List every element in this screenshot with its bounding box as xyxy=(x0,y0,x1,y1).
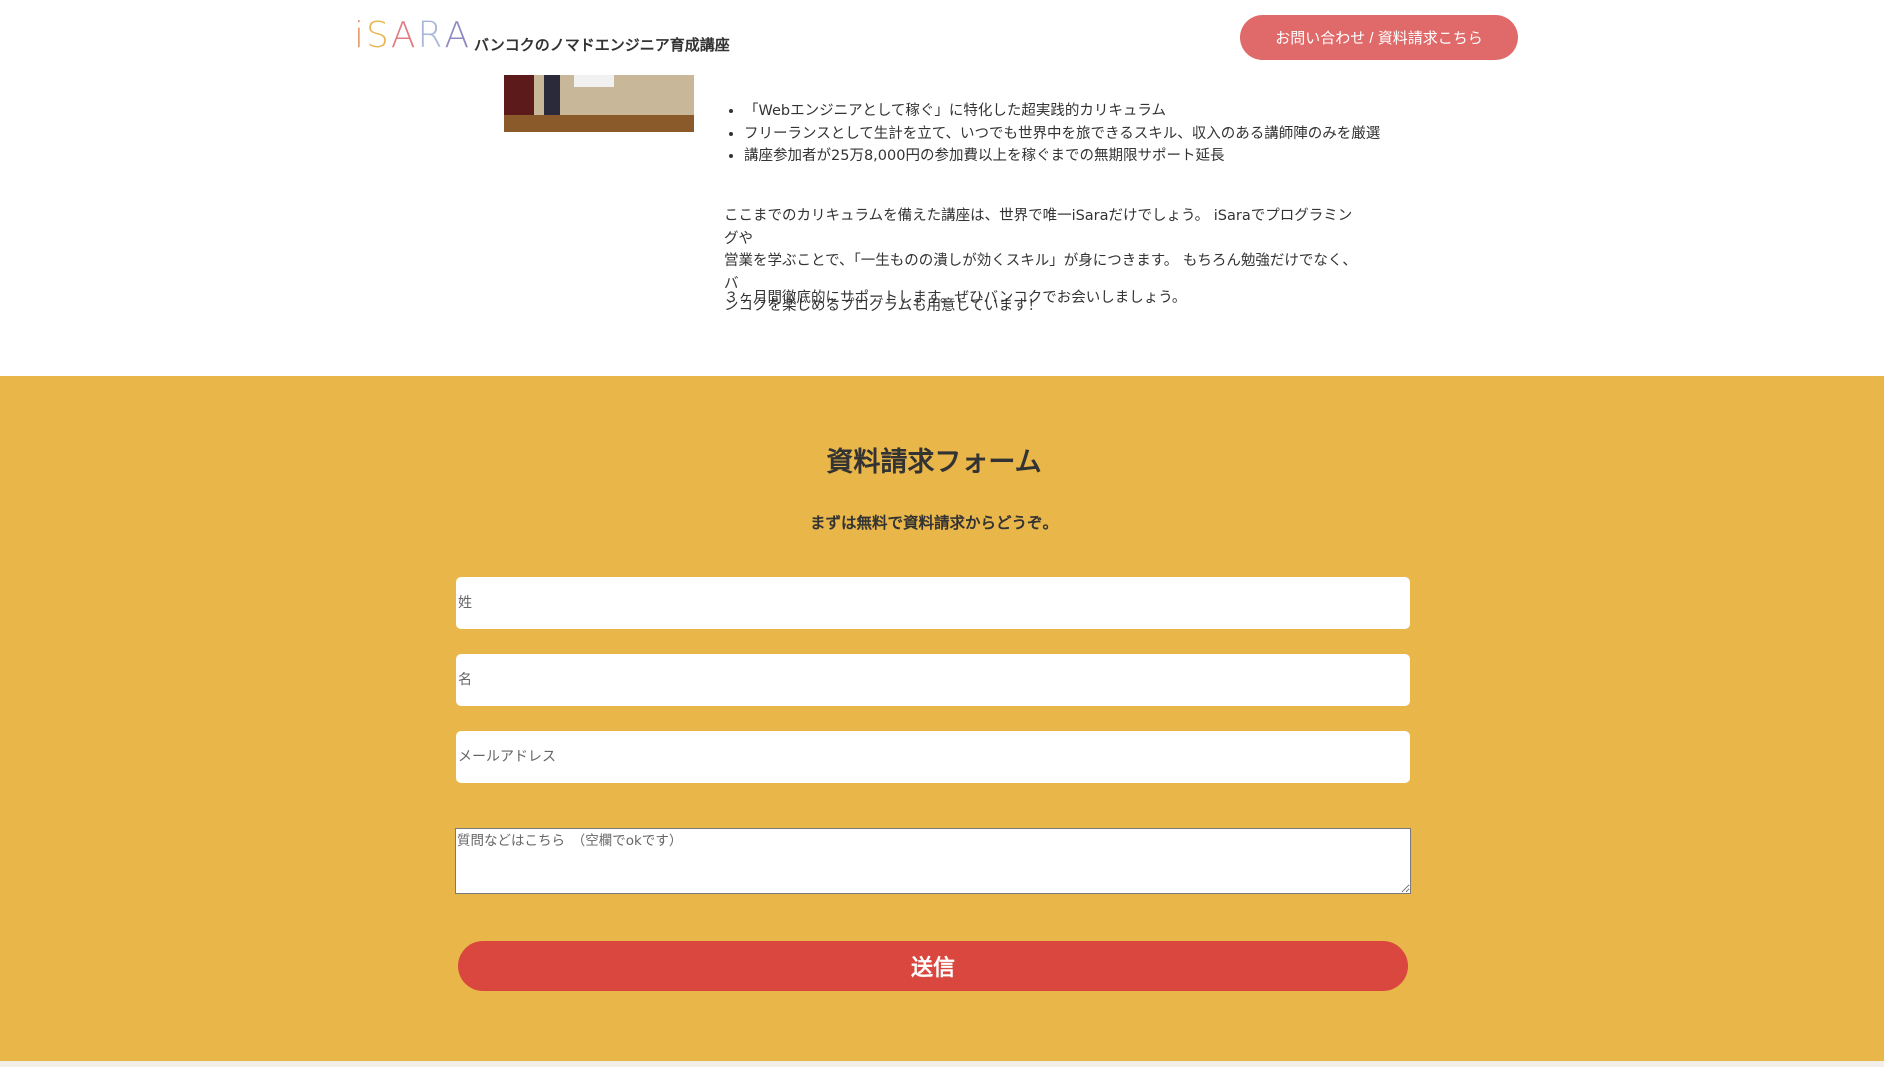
footer-divider xyxy=(0,1061,1884,1067)
submit-button[interactable]: 送信 xyxy=(458,941,1408,991)
seminar-photo xyxy=(504,75,694,132)
form-subtitle: まずは無料で資料請求からどうぞ。 xyxy=(809,514,1058,532)
list-item: 講座参加者が25万8,000円の参加費以上を稼ぐまでの無期限サポート延長 xyxy=(744,145,1380,168)
email-input[interactable] xyxy=(456,731,1410,783)
support-paragraph: ３ヶ月間徹底的にサポートします。ぜひバンコクでお会いしましょう。 xyxy=(724,290,1187,306)
feature-list: 「Webエンジニアとして稼ぐ」に特化した超実践的カリキュラム フリーランスとして… xyxy=(724,100,1380,168)
paragraph-line: 営業を学ぶことで、「一生ものの潰しが効くスキル」が身につきます。 もちろん勉強だ… xyxy=(724,253,1357,292)
contact-request-button[interactable]: お問い合わせ / 資料請求こちら xyxy=(1240,15,1518,60)
logo-letter: i xyxy=(354,15,367,56)
logo-letter: A xyxy=(390,15,418,56)
paragraph-line: ここまでのカリキュラムを備えた講座は、世界で唯一iSaraだけでしょう。 iSa… xyxy=(724,208,1353,247)
list-item: 「Webエンジニアとして稼ぐ」に特化した超実践的カリキュラム xyxy=(744,100,1380,123)
form-title: 資料請求フォーム xyxy=(826,447,1042,478)
last-name-input[interactable] xyxy=(456,577,1410,629)
first-name-input[interactable] xyxy=(456,654,1410,706)
logo-letter: R xyxy=(417,15,445,56)
site-header: iSARA バンコクのノマドエンジニア育成講座 お問い合わせ / 資料請求こちら xyxy=(0,0,1884,75)
list-item: フリーランスとして生計を立て、いつでも世界中を旅できるスキル、収入のある講師陣の… xyxy=(744,123,1380,146)
site-tagline: バンコクのノマドエンジニア育成講座 xyxy=(474,36,730,54)
isara-logo[interactable]: iSARA xyxy=(354,16,471,56)
logo-letter: S xyxy=(366,15,391,56)
logo-wordmark: iSARA xyxy=(354,16,471,56)
logo-letter: A xyxy=(444,15,472,56)
question-textarea[interactable] xyxy=(455,828,1411,894)
